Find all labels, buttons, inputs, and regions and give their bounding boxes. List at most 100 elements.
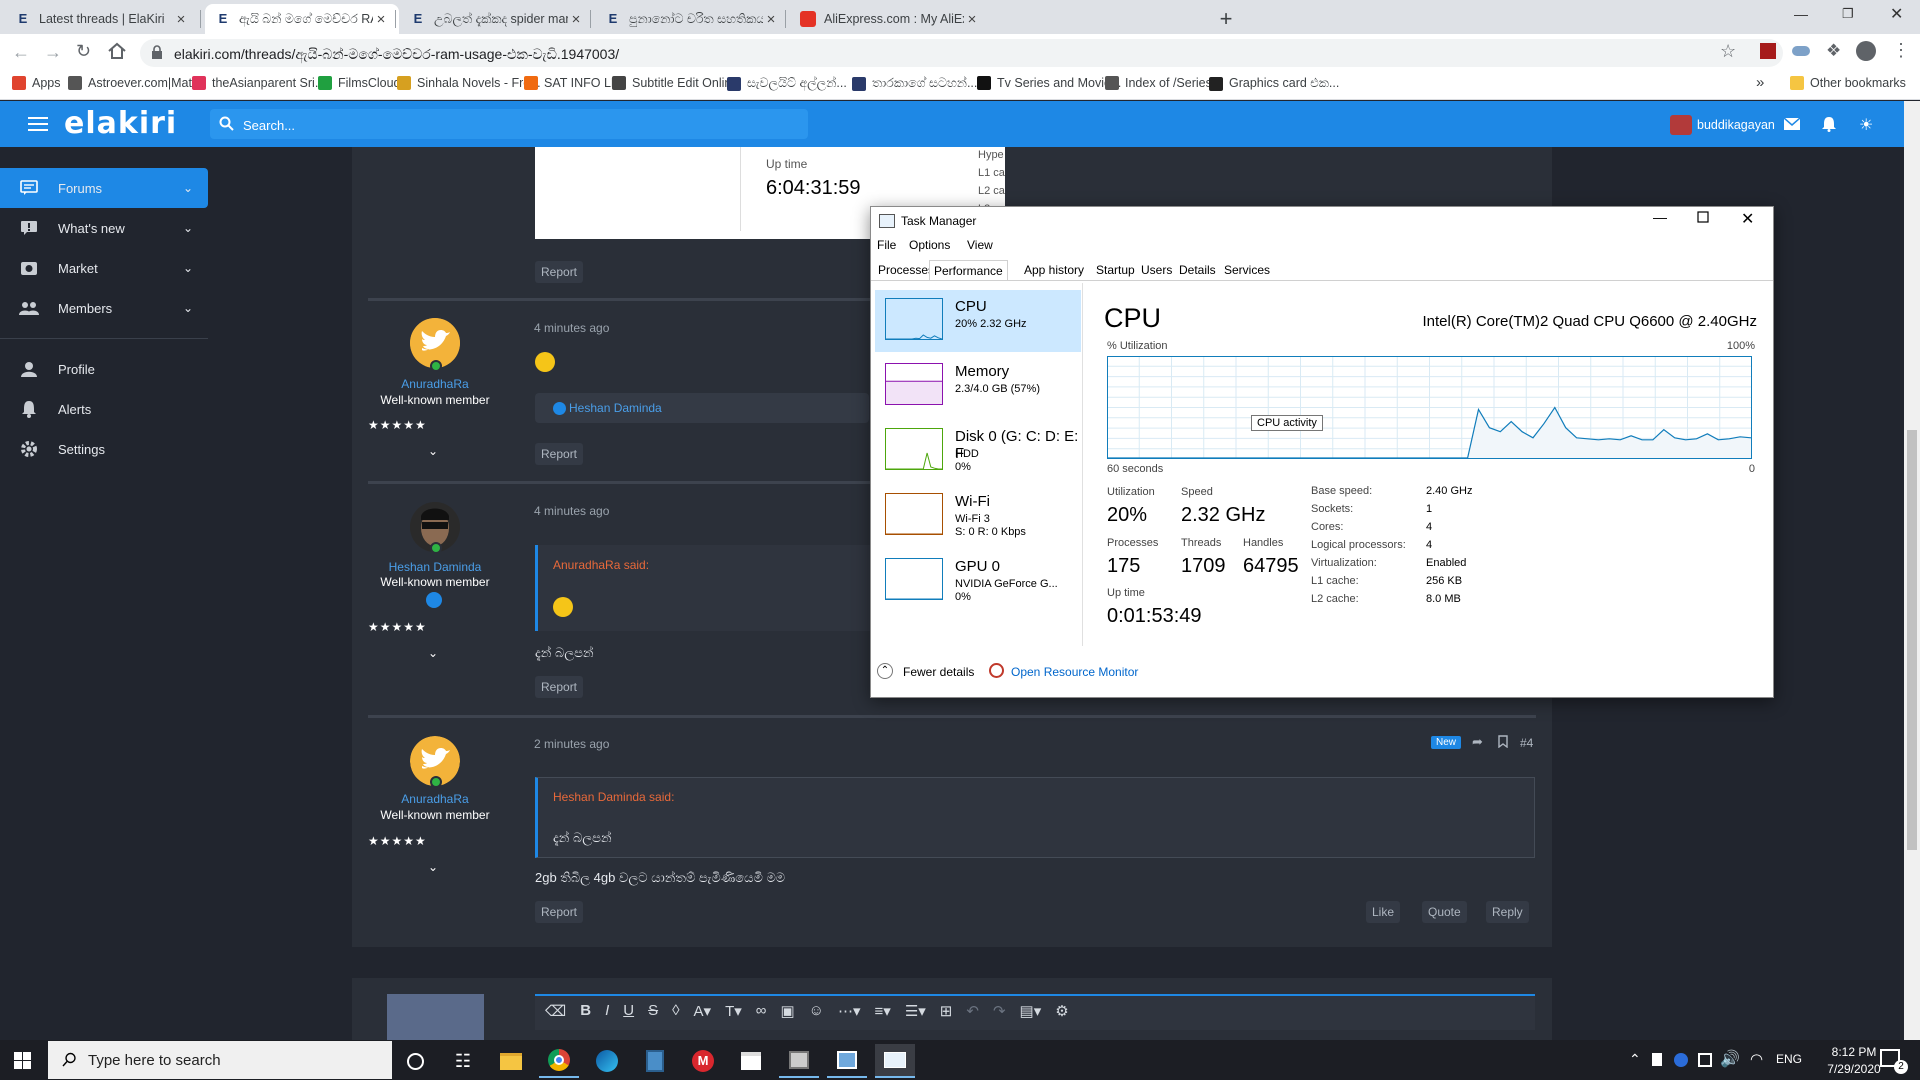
hamburger-menu-icon[interactable] <box>28 116 48 132</box>
tm-tab-users[interactable]: Users <box>1137 260 1176 280</box>
sidebar-item-what-s-new[interactable]: What's new ⌄ <box>0 208 208 248</box>
resource-memory[interactable]: Memory 2.3/4.0 GB (57%) <box>875 355 1081 417</box>
report-button[interactable]: Report <box>535 676 584 698</box>
app-taskbar-icon-2[interactable] <box>827 1044 867 1078</box>
eraser-icon[interactable]: ⌫ <box>545 1002 566 1020</box>
tm-tab-services[interactable]: Services <box>1220 260 1274 280</box>
site-logo[interactable]: elakiri <box>64 106 177 141</box>
theme-toggle-icon[interactable]: ☀ <box>1859 115 1873 135</box>
sidebar-item-settings[interactable]: Settings <box>0 429 208 469</box>
bookmarks-overflow-icon[interactable]: » <box>1756 74 1764 91</box>
chrome-taskbar-icon[interactable] <box>539 1044 579 1078</box>
sidebar-item-alerts[interactable]: Alerts <box>0 389 208 429</box>
expand-chevron-icon[interactable]: ⌄ <box>428 444 438 458</box>
tm-tab-details[interactable]: Details <box>1175 260 1220 280</box>
report-button[interactable]: Report <box>535 443 584 465</box>
sidebar-item-profile[interactable]: Profile <box>0 349 208 389</box>
reload-icon[interactable]: ↻ <box>76 41 91 62</box>
tm-tab-performance[interactable]: Performance <box>929 260 1008 280</box>
table-icon[interactable]: ⊞ <box>940 1002 953 1020</box>
resource-gpu[interactable]: GPU 0 NVIDIA GeForce G... 0% <box>875 550 1081 612</box>
extensions-puzzle-icon[interactable]: ❖ <box>1826 41 1841 61</box>
more-icon[interactable]: ⋯▾ <box>838 1002 861 1020</box>
font-icon[interactable]: A▾ <box>694 1002 712 1020</box>
tray-app-icon[interactable] <box>1652 1053 1662 1066</box>
tray-app-icon-3[interactable] <box>1698 1053 1712 1067</box>
list-icon[interactable]: ☰▾ <box>905 1002 926 1020</box>
color-icon[interactable]: ◊ <box>672 1002 679 1020</box>
scrollbar-thumb[interactable] <box>1907 430 1917 850</box>
report-button[interactable]: Report <box>535 901 584 923</box>
browser-tab[interactable]: E පුනානෝට චරිත සහතිකයක් × <box>595 4 789 34</box>
open-resource-monitor-link[interactable]: Open Resource Monitor <box>1011 665 1138 679</box>
bookmark-item[interactable]: Sinhala Novels - Fre... <box>397 76 541 90</box>
drafts-icon[interactable]: ▤▾ <box>1020 1002 1042 1020</box>
site-search-input[interactable] <box>210 109 808 139</box>
apps-shortcut[interactable]: Apps <box>12 76 61 90</box>
bookmark-item[interactable]: theAsianparent Sri... <box>192 76 325 90</box>
post-time[interactable]: 4 minutes ago <box>534 504 609 518</box>
chevron-down-icon[interactable]: ⌄ <box>168 261 208 275</box>
app-taskbar-icon[interactable] <box>779 1044 819 1078</box>
sidebar-item-forums[interactable]: Forums ⌄ <box>0 168 208 208</box>
cortana-icon[interactable] <box>395 1044 435 1078</box>
inbox-icon[interactable] <box>1784 118 1800 130</box>
quote-header[interactable]: AnuradhaRa said: <box>553 558 649 572</box>
quote-button[interactable]: Quote <box>1422 901 1467 923</box>
bookmark-item[interactable]: FilmsCloud <box>318 76 401 90</box>
underline-icon[interactable]: U <box>623 1002 634 1020</box>
link-icon[interactable]: ∞ <box>756 1002 767 1020</box>
pdf-extension-icon[interactable] <box>1760 43 1776 59</box>
task-manager-taskbar-icon[interactable] <box>875 1044 915 1078</box>
store-icon[interactable] <box>731 1044 771 1078</box>
resource-disk[interactable]: Disk 0 (G: C: D: E: F HDD 0% <box>875 420 1081 482</box>
redo-icon[interactable]: ↷ <box>993 1002 1006 1020</box>
file-explorer-icon[interactable] <box>491 1044 531 1078</box>
strikethrough-icon[interactable]: S <box>648 1002 658 1020</box>
browser-tab[interactable]: E ඇයි බන් මගේ මෙච්චර RAM us× <box>205 4 399 34</box>
post-time[interactable]: 4 minutes ago <box>534 321 609 335</box>
fewer-details-link[interactable]: Fewer details <box>903 665 974 679</box>
reaction-user-link[interactable]: Heshan Daminda <box>569 401 662 415</box>
tray-overflow-icon[interactable]: ⌃ <box>1629 1051 1641 1068</box>
new-tab-button[interactable]: + <box>1212 6 1240 32</box>
back-icon[interactable]: ← <box>12 42 30 63</box>
italic-icon[interactable]: I <box>605 1002 609 1020</box>
share-icon[interactable]: ➦ <box>1472 734 1483 750</box>
bookmark-item[interactable]: SAT INFO LK <box>524 76 619 90</box>
tm-menu-view[interactable]: View <box>967 238 993 252</box>
tm-menu-file[interactable]: File <box>877 238 896 252</box>
post-author[interactable]: Heshan Daminda <box>365 560 505 574</box>
emoji-icon[interactable]: ☺ <box>809 1002 824 1020</box>
image-icon[interactable]: ▣ <box>780 1002 794 1020</box>
tm-tab-app-history[interactable]: App history <box>1020 260 1088 280</box>
bookmark-item[interactable]: Subtitle Edit Online <box>612 76 738 90</box>
post-author[interactable]: AnuradhaRa <box>365 377 505 391</box>
username-link[interactable]: buddikagayan <box>1697 118 1775 132</box>
chevron-down-icon[interactable]: ⌄ <box>168 181 208 195</box>
browser-tab[interactable]: AliExpress.com : My AliExpress× <box>790 4 990 34</box>
my-avatar[interactable] <box>387 994 484 1040</box>
reply-button[interactable]: Reply <box>1486 901 1529 923</box>
forward-icon[interactable]: → <box>44 42 62 63</box>
tab-close-icon[interactable]: × <box>568 11 584 28</box>
align-icon[interactable]: ≡▾ <box>875 1002 891 1020</box>
tab-close-icon[interactable]: × <box>964 11 980 28</box>
sidebar-item-market[interactable]: Market ⌄ <box>0 248 208 288</box>
other-bookmarks[interactable]: Other bookmarks <box>1790 76 1906 90</box>
bookmark-star-icon[interactable]: ☆ <box>1720 41 1736 62</box>
tab-close-icon[interactable]: × <box>763 11 779 28</box>
tab-close-icon[interactable]: × <box>373 11 389 28</box>
tm-close-button[interactable]: ✕ <box>1741 209 1754 229</box>
profile-avatar-icon[interactable] <box>1856 41 1876 61</box>
windows-start-icon[interactable] <box>14 1052 31 1069</box>
expand-chevron-icon[interactable]: ⌄ <box>428 860 438 874</box>
like-button[interactable]: Like <box>1366 901 1401 923</box>
post-number[interactable]: #4 <box>1520 736 1533 750</box>
edge-icon[interactable] <box>587 1044 627 1078</box>
post-author[interactable]: AnuradhaRa <box>365 792 505 806</box>
report-button[interactable]: Report <box>535 261 584 283</box>
wifi-icon[interactable]: ◠ <box>1750 1050 1763 1068</box>
bookmark-item[interactable]: තාරකාගේ සටහන්... <box>852 76 977 91</box>
editor-settings-icon[interactable]: ⚙ <box>1055 1002 1068 1020</box>
